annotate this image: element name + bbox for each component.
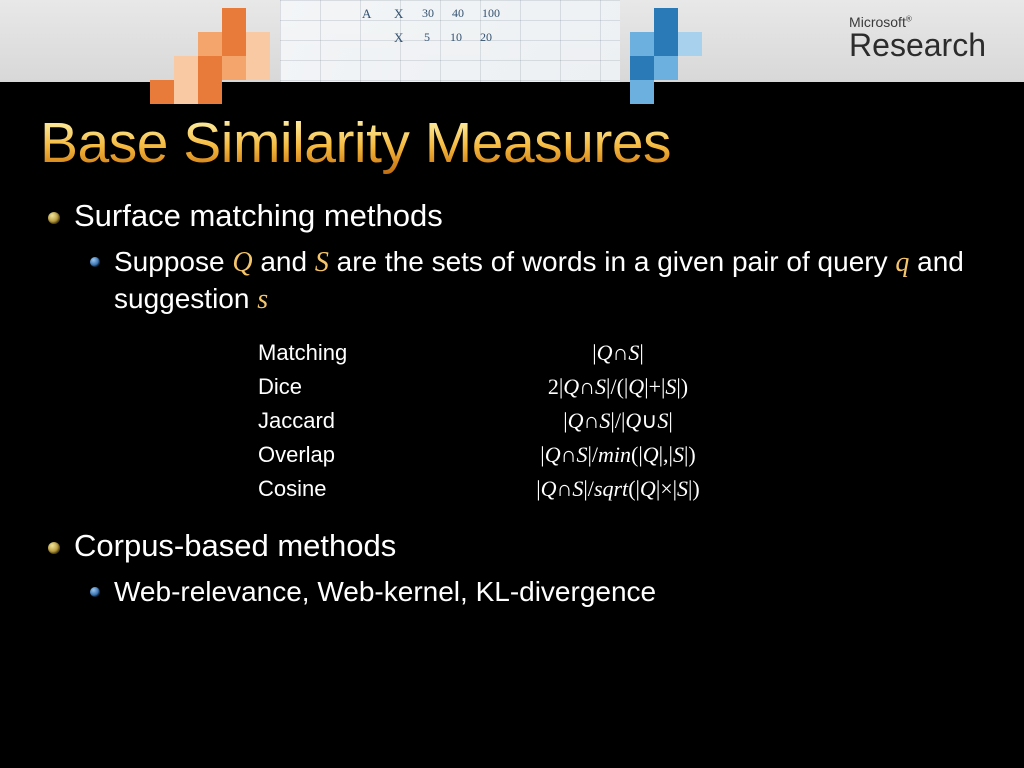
section-1: Surface matching methods Suppose Q and S…: [48, 198, 984, 506]
measure-formula: |Q∩S|/sqrt(|Q|×|S|): [488, 472, 748, 506]
measure-formula: 2|Q∩S|/(|Q|+|S|): [488, 370, 748, 404]
header-strip: A X 30 40 100 X 5 10 20 Microsoft® Resea…: [0, 0, 1024, 84]
section-2-heading: Corpus-based methods: [74, 528, 396, 564]
whiteboard-graphic: A X 30 40 100 X 5 10 20: [280, 0, 620, 82]
bullet-icon: [48, 542, 60, 554]
table-row: Jaccard |Q∩S|/|Q∪S|: [258, 404, 984, 438]
table-row: Matching |Q∩S|: [258, 336, 984, 370]
section-2-sub: Web-relevance, Web-kernel, KL-divergence: [90, 574, 984, 610]
bullet-icon: [90, 587, 100, 597]
section-1-sub: Suppose Q and S are the sets of words in…: [90, 244, 984, 318]
measure-name: Cosine: [258, 472, 488, 506]
table-row: Overlap |Q∩S|/min(|Q|,|S|): [258, 438, 984, 472]
measure-formula: |Q∩S|/min(|Q|,|S|): [488, 438, 748, 472]
section-2-sub-text: Web-relevance, Web-kernel, KL-divergence: [114, 574, 656, 610]
measure-name: Matching: [258, 336, 488, 370]
measure-name: Overlap: [258, 438, 488, 472]
section-1-heading: Surface matching methods: [74, 198, 443, 234]
table-row: Dice 2|Q∩S|/(|Q|+|S|): [258, 370, 984, 404]
logo-line2: Research: [849, 30, 986, 60]
section-1-sub-text: Suppose Q and S are the sets of words in…: [114, 244, 984, 318]
logo: Microsoft® Research: [849, 14, 986, 60]
slide-title: Base Similarity Measures: [40, 110, 984, 176]
formula-table: Matching |Q∩S| Dice 2|Q∩S|/(|Q|+|S|) Jac…: [258, 336, 984, 506]
bullet-icon: [90, 257, 100, 267]
measure-formula: |Q∩S|: [488, 336, 748, 370]
measure-name: Dice: [258, 370, 488, 404]
bullet-icon: [48, 212, 60, 224]
measure-name: Jaccard: [258, 404, 488, 438]
table-row: Cosine |Q∩S|/sqrt(|Q|×|S|): [258, 472, 984, 506]
section-2: Corpus-based methods Web-relevance, Web-…: [48, 528, 984, 610]
measure-formula: |Q∩S|/|Q∪S|: [488, 404, 748, 438]
slide-content: Base Similarity Measures Surface matchin…: [0, 110, 1024, 624]
